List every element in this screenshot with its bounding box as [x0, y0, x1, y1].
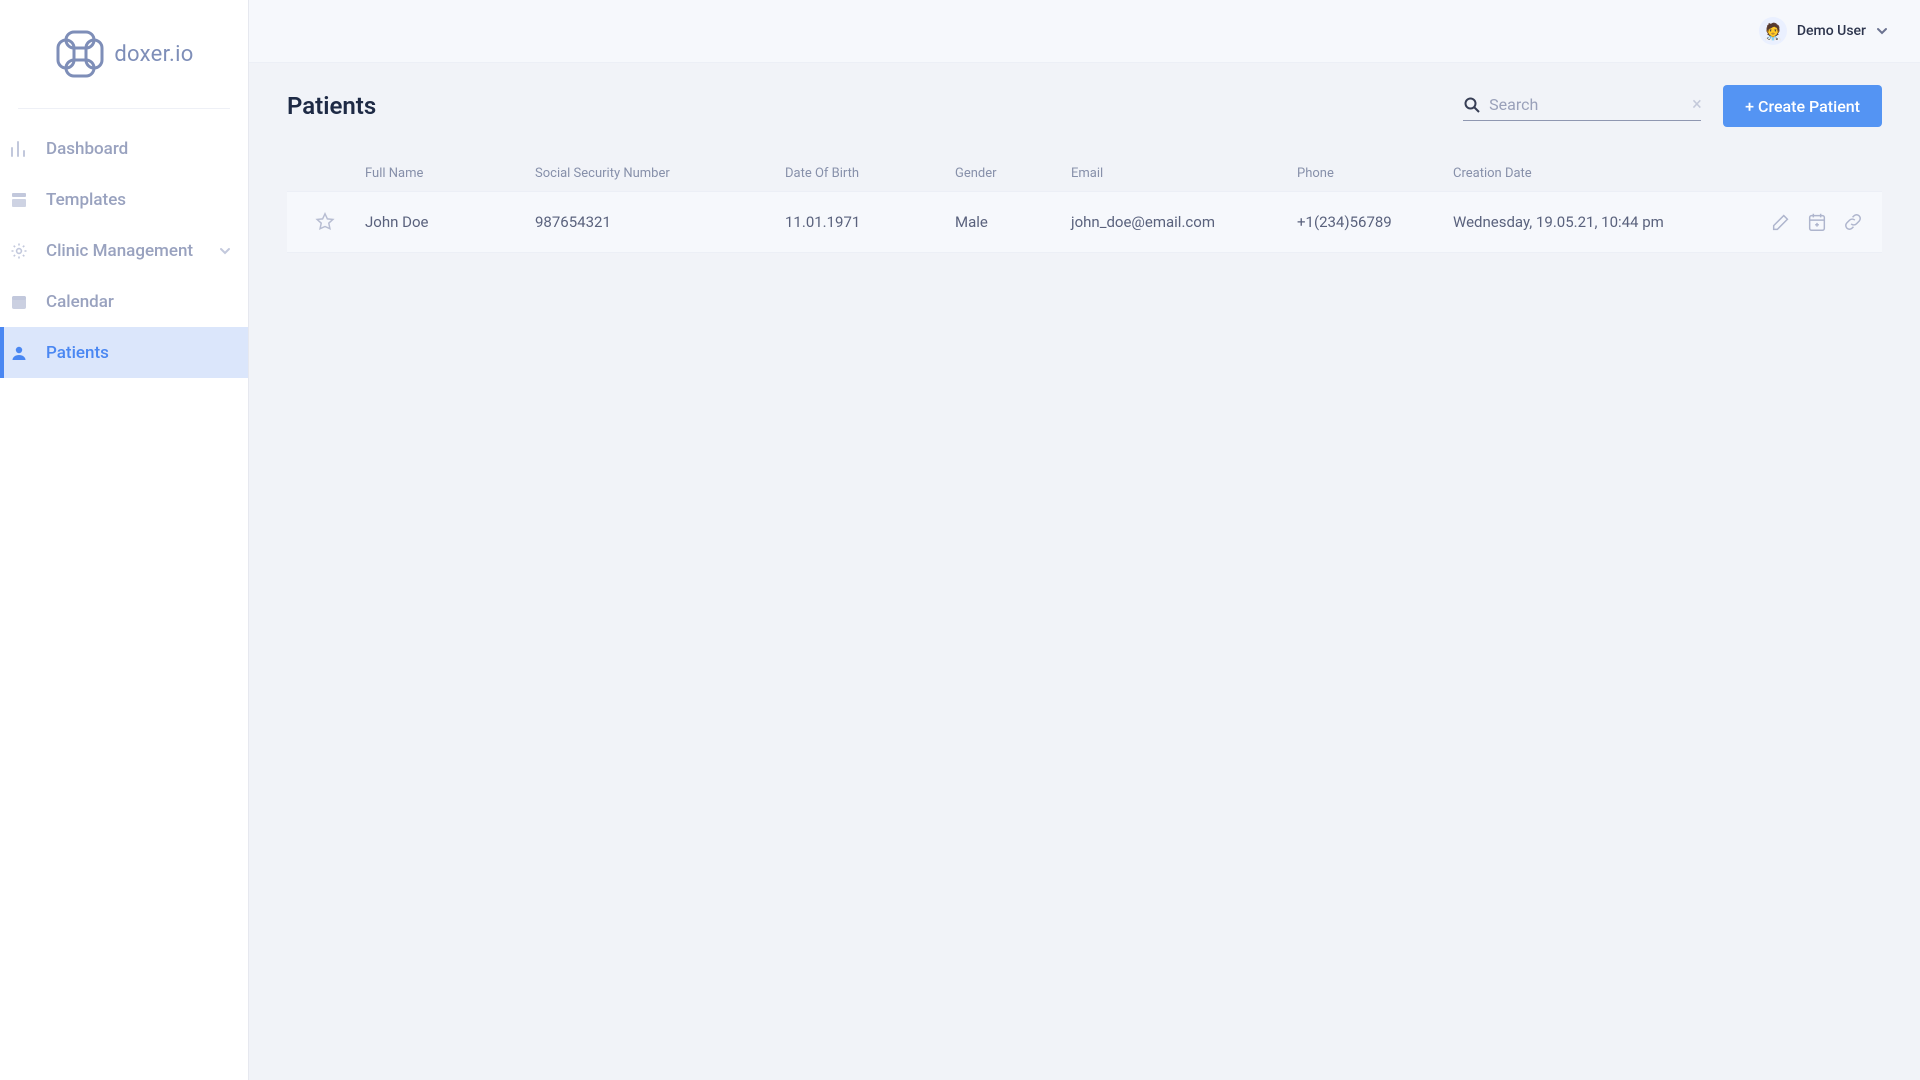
search-field[interactable]: × [1463, 91, 1701, 121]
schedule-icon[interactable] [1806, 211, 1828, 233]
bar-chart-icon [8, 140, 30, 158]
col-phone[interactable]: Phone [1295, 166, 1451, 181]
cell-email: john_doe@email.com [1069, 213, 1295, 231]
nav-label: Dashboard [46, 139, 128, 159]
sidebar-item-templates[interactable]: Templates [0, 174, 248, 225]
col-ssn[interactable]: Social Security Number [533, 166, 783, 181]
avatar: 🧑‍⚕️ [1759, 17, 1787, 45]
nav-label: Templates [46, 190, 126, 210]
col-dob[interactable]: Date Of Birth [783, 166, 953, 181]
nav-label: Clinic Management [46, 241, 193, 261]
edit-icon[interactable] [1770, 211, 1792, 233]
search-input[interactable] [1489, 95, 1692, 114]
calendar-icon [8, 293, 30, 311]
logo-text: doxer.io [114, 42, 193, 67]
star-icon[interactable] [314, 211, 336, 233]
topbar: 🧑‍⚕️ Demo User [249, 0, 1920, 63]
chevron-down-icon [1876, 25, 1888, 37]
cell-full-name: John Doe [363, 213, 533, 231]
logo: doxer.io [0, 0, 248, 108]
col-gender[interactable]: Gender [953, 166, 1069, 181]
sidebar-item-calendar[interactable]: Calendar [0, 276, 248, 327]
patients-table: Full Name Social Security Number Date Of… [287, 155, 1882, 253]
link-icon[interactable] [1842, 211, 1864, 233]
create-patient-button[interactable]: + Create Patient [1723, 85, 1882, 127]
sidebar-item-dashboard[interactable]: Dashboard [0, 123, 248, 174]
person-icon [8, 344, 30, 362]
template-icon [8, 191, 30, 209]
cell-ssn: 987654321 [533, 213, 783, 231]
main: 🧑‍⚕️ Demo User Patients × + Create Patie… [249, 0, 1920, 1080]
page-title: Patients [287, 92, 376, 120]
cell-creation-date: Wednesday, 19.05.21, 10:44 pm [1451, 213, 1751, 231]
table-header: Full Name Social Security Number Date Of… [287, 155, 1882, 191]
cell-phone: +1(234)56789 [1295, 213, 1451, 231]
close-icon[interactable]: × [1692, 96, 1702, 114]
col-email[interactable]: Email [1069, 166, 1295, 181]
nav: Dashboard Templates Clinic Management Ca… [0, 123, 248, 378]
sidebar-item-patients[interactable]: Patients [0, 327, 248, 378]
user-name: Demo User [1797, 23, 1866, 39]
col-creation-date[interactable]: Creation Date [1451, 166, 1751, 181]
content-header: Patients × + Create Patient [287, 85, 1882, 127]
search-icon [1463, 96, 1481, 114]
nav-label: Calendar [46, 292, 114, 312]
content: Patients × + Create Patient Full Name So… [249, 63, 1920, 1080]
user-menu[interactable]: 🧑‍⚕️ Demo User [1759, 17, 1888, 45]
cell-gender: Male [953, 213, 1069, 231]
logo-mark-icon [54, 28, 106, 80]
gear-icon [8, 242, 30, 260]
col-full-name[interactable]: Full Name [363, 166, 533, 181]
sidebar: doxer.io Dashboard Templates Clinic Mana… [0, 0, 249, 1080]
sidebar-item-clinic-management[interactable]: Clinic Management [0, 225, 248, 276]
cell-dob: 11.01.1971 [783, 213, 953, 231]
table-row[interactable]: John Doe 987654321 11.01.1971 Male john_… [287, 191, 1882, 253]
nav-label: Patients [46, 343, 109, 363]
chevron-down-icon [218, 244, 232, 258]
sidebar-divider [18, 108, 230, 109]
